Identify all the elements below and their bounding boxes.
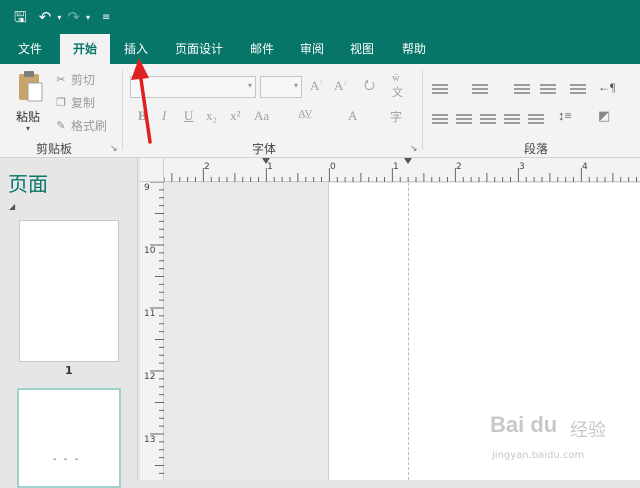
- font-name-combo[interactable]: ▾: [130, 76, 256, 98]
- vertical-ruler[interactable]: 9 10 11 12 13: [140, 181, 164, 480]
- subscript-button[interactable]: x₂: [206, 108, 217, 124]
- superscript-button[interactable]: x²: [230, 108, 240, 124]
- ruler-label: 0: [330, 162, 336, 172]
- paste-label: 粘贴: [16, 110, 41, 124]
- ruler-label: 13: [144, 435, 155, 445]
- line-spacing-icon[interactable]: ↕≡: [558, 108, 572, 124]
- grow-font-icon[interactable]: A↑: [310, 78, 323, 94]
- tab-file[interactable]: 文件: [8, 34, 52, 64]
- format-painter-label: 格式刷: [71, 119, 108, 133]
- scissors-icon: ✂: [56, 72, 66, 86]
- tab-home[interactable]: 开始: [60, 34, 110, 64]
- enclose-characters-icon[interactable]: 字: [390, 108, 402, 125]
- bullets-icon[interactable]: [432, 82, 448, 96]
- ruler-label: 11: [144, 309, 155, 319]
- align-center-icon[interactable]: [456, 112, 472, 126]
- character-spacing-icon[interactable]: A̲V̲: [298, 108, 312, 120]
- clipboard-group-label: 剪贴板: [36, 142, 73, 156]
- redo-icon[interactable]: ↷: [67, 9, 80, 25]
- justify-icon[interactable]: [504, 112, 520, 126]
- ruler-label: 1: [267, 162, 273, 172]
- distributed-icon[interactable]: [528, 112, 544, 126]
- paste-icon: [19, 71, 43, 102]
- watermark-brand: Bai du: [490, 412, 558, 437]
- save-icon[interactable]: 🖫: [14, 9, 27, 25]
- tab-help[interactable]: 帮助: [396, 34, 432, 64]
- font-size-combo[interactable]: ▾: [260, 76, 302, 98]
- font-launcher-icon[interactable]: ↘: [410, 144, 418, 154]
- tab-insert[interactable]: 插入: [116, 34, 156, 64]
- paste-dropdown-icon[interactable]: ▾: [26, 124, 30, 133]
- ruler-label: 10: [144, 246, 156, 256]
- ribbon-tabs: 文件 开始 插入 页面设计 邮件 审阅 视图 帮助: [0, 34, 640, 64]
- decrease-indent-icon[interactable]: [514, 82, 530, 96]
- font-group-label: 字体: [252, 142, 277, 156]
- ruler-label: 9: [144, 183, 150, 193]
- cut-button[interactable]: ✂ 剪切: [54, 71, 95, 88]
- change-case-button[interactable]: Aa: [254, 108, 269, 124]
- tab-view[interactable]: 视图: [344, 34, 380, 64]
- italic-button[interactable]: I: [162, 108, 166, 124]
- copy-label: 复制: [71, 96, 96, 110]
- paste-button[interactable]: 粘贴 ▾: [12, 70, 48, 134]
- underline-button[interactable]: U: [184, 108, 193, 124]
- paragraph-group-label: 段落: [524, 142, 549, 156]
- phonetic-guide-icon[interactable]: ŵ 文: [392, 72, 403, 100]
- watermark-url: jingyan.baidu.com: [492, 450, 585, 461]
- format-painter-button[interactable]: ✎ 格式刷: [54, 117, 107, 134]
- clear-format-icon[interactable]: ⭮: [364, 76, 375, 98]
- customize-icon[interactable]: ≡: [102, 12, 110, 23]
- watermark-brand-cn: 经验: [570, 420, 606, 441]
- shrink-font-icon[interactable]: A↓: [334, 78, 347, 94]
- page-thumbnail-marks: - - -: [53, 454, 81, 465]
- chevron-down-icon: ▾: [247, 81, 252, 90]
- ruler-label: 2: [204, 162, 210, 172]
- redo-dropdown-icon[interactable]: ▾: [86, 13, 90, 22]
- align-left-icon[interactable]: [432, 112, 448, 126]
- undo-icon[interactable]: ↶: [39, 9, 52, 25]
- pages-pane-title: 页面: [8, 172, 48, 196]
- ruler-label: 1: [393, 162, 399, 172]
- tab-mailings[interactable]: 邮件: [244, 34, 280, 64]
- horizontal-ruler-ticks: 2 1 0 1 2 3 4: [163, 158, 637, 182]
- page-number-1: 1: [65, 364, 73, 377]
- ribbon: 粘贴 ▾ ✂ 剪切 ❐ 复制 ✎ 格式刷 剪贴板 ↘ ▾ ▾ A↑ A↓ ⭮ w…: [0, 64, 640, 158]
- clipboard-launcher-icon[interactable]: ↘: [110, 144, 118, 154]
- tab-page-design[interactable]: 页面设计: [168, 34, 230, 64]
- ruler-marker: [404, 158, 412, 164]
- numbering-icon[interactable]: [472, 82, 488, 96]
- font-color-button[interactable]: A: [348, 108, 357, 124]
- baidu-watermark: Bai du 经验 jingyan.baidu.com: [490, 412, 620, 472]
- increase-indent-icon[interactable]: [540, 82, 556, 96]
- vertical-ruler-ticks: 9 10 11 12 13: [144, 181, 164, 474]
- ruler-label: 2: [456, 162, 462, 172]
- margin-guide: [408, 183, 409, 480]
- pages-pane: 页面 ◢ 1 - - -: [0, 158, 138, 488]
- page-thumbnail-2[interactable]: - - -: [17, 388, 121, 488]
- shading-icon[interactable]: ◩: [598, 108, 610, 124]
- bold-button[interactable]: B: [138, 108, 147, 124]
- show-marks-icon[interactable]: ←¶: [598, 80, 615, 95]
- ruler-label: 3: [519, 162, 525, 172]
- collapse-icon[interactable]: ◢: [9, 202, 15, 211]
- format-painter-icon: ✎: [56, 118, 66, 132]
- ruler-corner: [140, 158, 164, 182]
- ruler-label: 4: [582, 162, 588, 172]
- sort-icon[interactable]: [570, 82, 586, 96]
- copy-icon: ❐: [56, 95, 66, 109]
- horizontal-ruler[interactable]: 2 1 0 1 2 3 4: [163, 158, 640, 182]
- page-thumbnail-1[interactable]: [19, 220, 119, 362]
- undo-dropdown-icon[interactable]: ▾: [57, 13, 61, 22]
- ruler-label: 12: [144, 372, 155, 382]
- tab-review[interactable]: 审阅: [294, 34, 330, 64]
- group-separator: [122, 70, 123, 150]
- chevron-down-icon: ▾: [293, 81, 298, 90]
- align-right-icon[interactable]: [480, 112, 496, 126]
- cut-label: 剪切: [71, 73, 96, 87]
- group-separator: [422, 70, 423, 150]
- copy-button[interactable]: ❐ 复制: [54, 94, 95, 111]
- quick-access-toolbar: 🖫 ↶ ▾ ↷ ▾ ≡: [0, 0, 640, 34]
